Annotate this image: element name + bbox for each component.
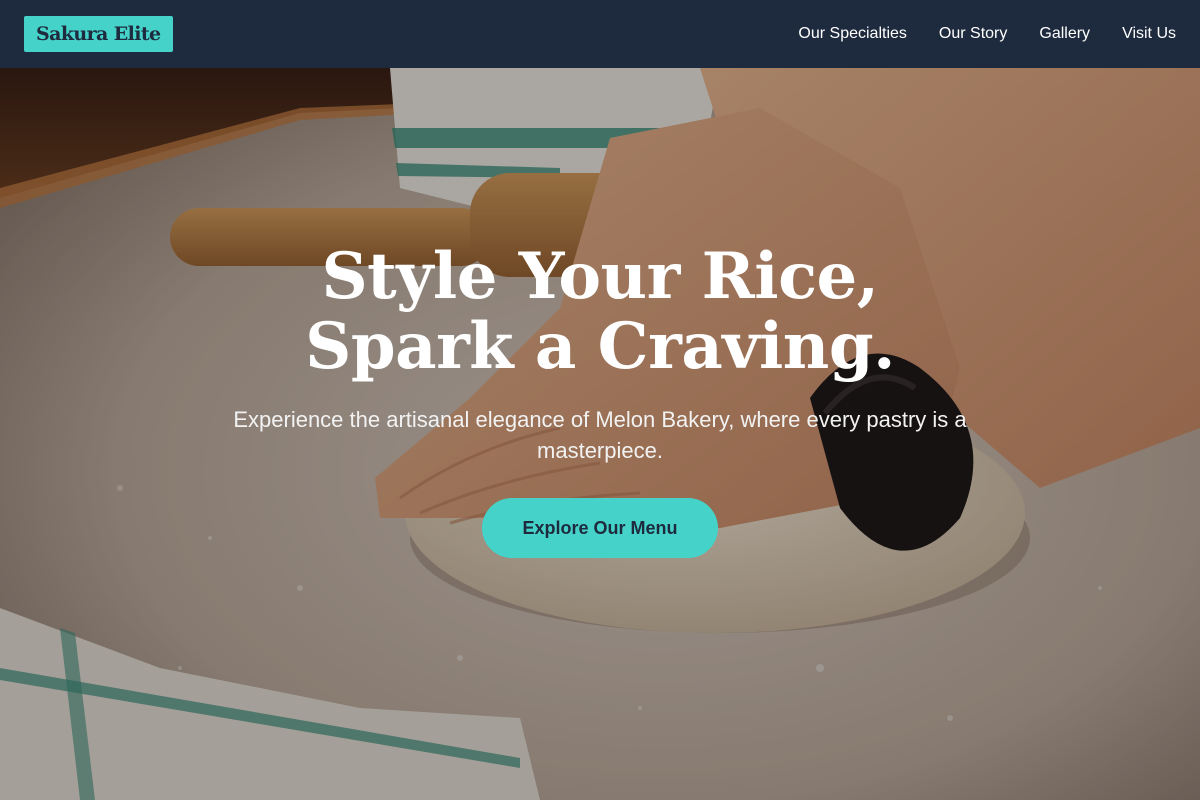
nav-link-specialties[interactable]: Our Specialties [798,0,907,68]
hero-title-line-2: Spark a Craving. [305,309,895,384]
nav-link-story[interactable]: Our Story [939,0,1007,68]
nav-link-visit[interactable]: Visit Us [1122,0,1176,68]
hero-section: Style Your Rice, Spark a Craving. Experi… [0,68,1200,800]
hero-content: Style Your Rice, Spark a Craving. Experi… [0,242,1200,558]
main-nav: Our Specialties Our Story Gallery Visit … [798,0,1176,68]
site-header: Sakura Elite Our Specialties Our Story G… [0,0,1200,68]
nav-link-gallery[interactable]: Gallery [1039,0,1090,68]
explore-menu-button[interactable]: Explore Our Menu [482,498,718,558]
logo[interactable]: Sakura Elite [24,16,173,52]
hero-title-line-1: Style Your Rice, [321,239,879,314]
hero-title: Style Your Rice, Spark a Craving. [0,242,1200,382]
hero-subtitle: Experience the artisanal elegance of Mel… [233,407,967,463]
